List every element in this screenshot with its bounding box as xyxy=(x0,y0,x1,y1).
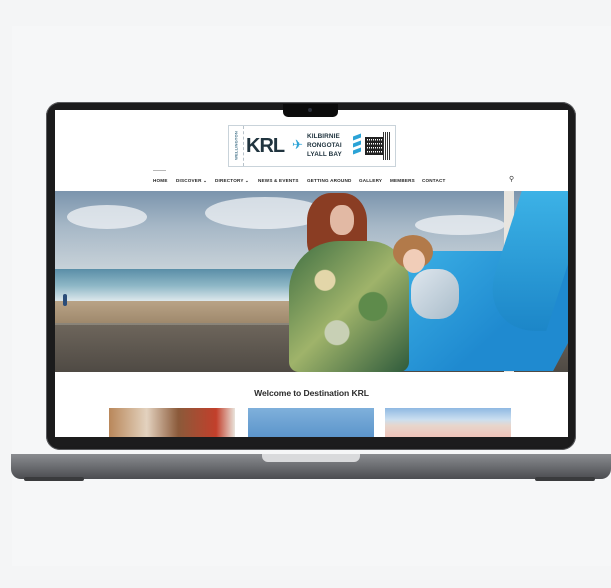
hero-cloud xyxy=(415,215,505,235)
hero-woman xyxy=(289,241,409,372)
logo-place: LYALL BAY xyxy=(307,151,342,158)
logo-places: KILBIRNIE RONGOTAI LYALL BAY xyxy=(307,132,353,159)
laptop-foot xyxy=(535,477,595,481)
laptop-foot xyxy=(24,477,84,481)
nav-item-getting-around[interactable]: GETTING AROUND xyxy=(307,175,351,187)
nav-item-directory[interactable]: DIRECTORY ⌄ xyxy=(215,175,249,187)
nav-item-home[interactable]: HOME xyxy=(153,175,168,187)
logo-place: KILBIRNIE xyxy=(307,133,340,140)
webcam-icon xyxy=(308,108,312,112)
screen-bezel-bottom xyxy=(55,437,568,446)
feature-card-image[interactable] xyxy=(248,408,374,437)
camera-notch xyxy=(283,104,338,117)
site-logo[interactable]: WELLINGTON KRL ✈ KILBIRNIE RONGOTAI LYAL… xyxy=(228,125,396,167)
feature-card-image[interactable] xyxy=(109,408,235,437)
laptop-screen: WELLINGTON KRL ✈ KILBIRNIE RONGOTAI LYAL… xyxy=(55,110,568,437)
nav-item-gallery[interactable]: GALLERY xyxy=(359,175,382,187)
logo-stub-text: WELLINGTON xyxy=(233,131,239,160)
welcome-heading: Welcome to Destination KRL xyxy=(254,388,369,398)
logo-ticket-stub: WELLINGTON xyxy=(229,126,244,166)
nav-item-contact[interactable]: CONTACT xyxy=(422,175,446,187)
feature-card-image[interactable] xyxy=(385,408,511,437)
nav-item-members[interactable]: MEMBERS xyxy=(390,175,415,187)
hero-image xyxy=(55,191,568,372)
search-icon[interactable]: ⚲ xyxy=(509,176,517,184)
plane-icon: ✈ xyxy=(292,137,303,152)
nav-item-discover[interactable]: DISCOVER ⌄ xyxy=(176,175,207,187)
hero-child xyxy=(411,269,459,319)
hero-woman-face xyxy=(330,205,354,235)
main-nav: HOME DISCOVER ⌄ DIRECTORY ⌄ NEWS & EVENT… xyxy=(55,175,568,187)
logo-place: RONGOTAI xyxy=(307,142,342,149)
barcode-icon xyxy=(383,132,391,160)
nav-item-news-events[interactable]: NEWS & EVENTS xyxy=(258,175,299,187)
laptop-opening-lip xyxy=(262,454,360,462)
site-header: WELLINGTON KRL ✈ KILBIRNIE RONGOTAI LYAL… xyxy=(55,110,568,190)
hero-distant-person xyxy=(63,294,67,306)
hero-cloud xyxy=(67,205,147,229)
hero-child-face xyxy=(403,249,425,273)
logo-stripes xyxy=(353,133,361,157)
logo-brand-text: KRL xyxy=(246,135,285,157)
nav-active-indicator xyxy=(153,170,166,171)
qr-code-icon xyxy=(365,137,383,155)
